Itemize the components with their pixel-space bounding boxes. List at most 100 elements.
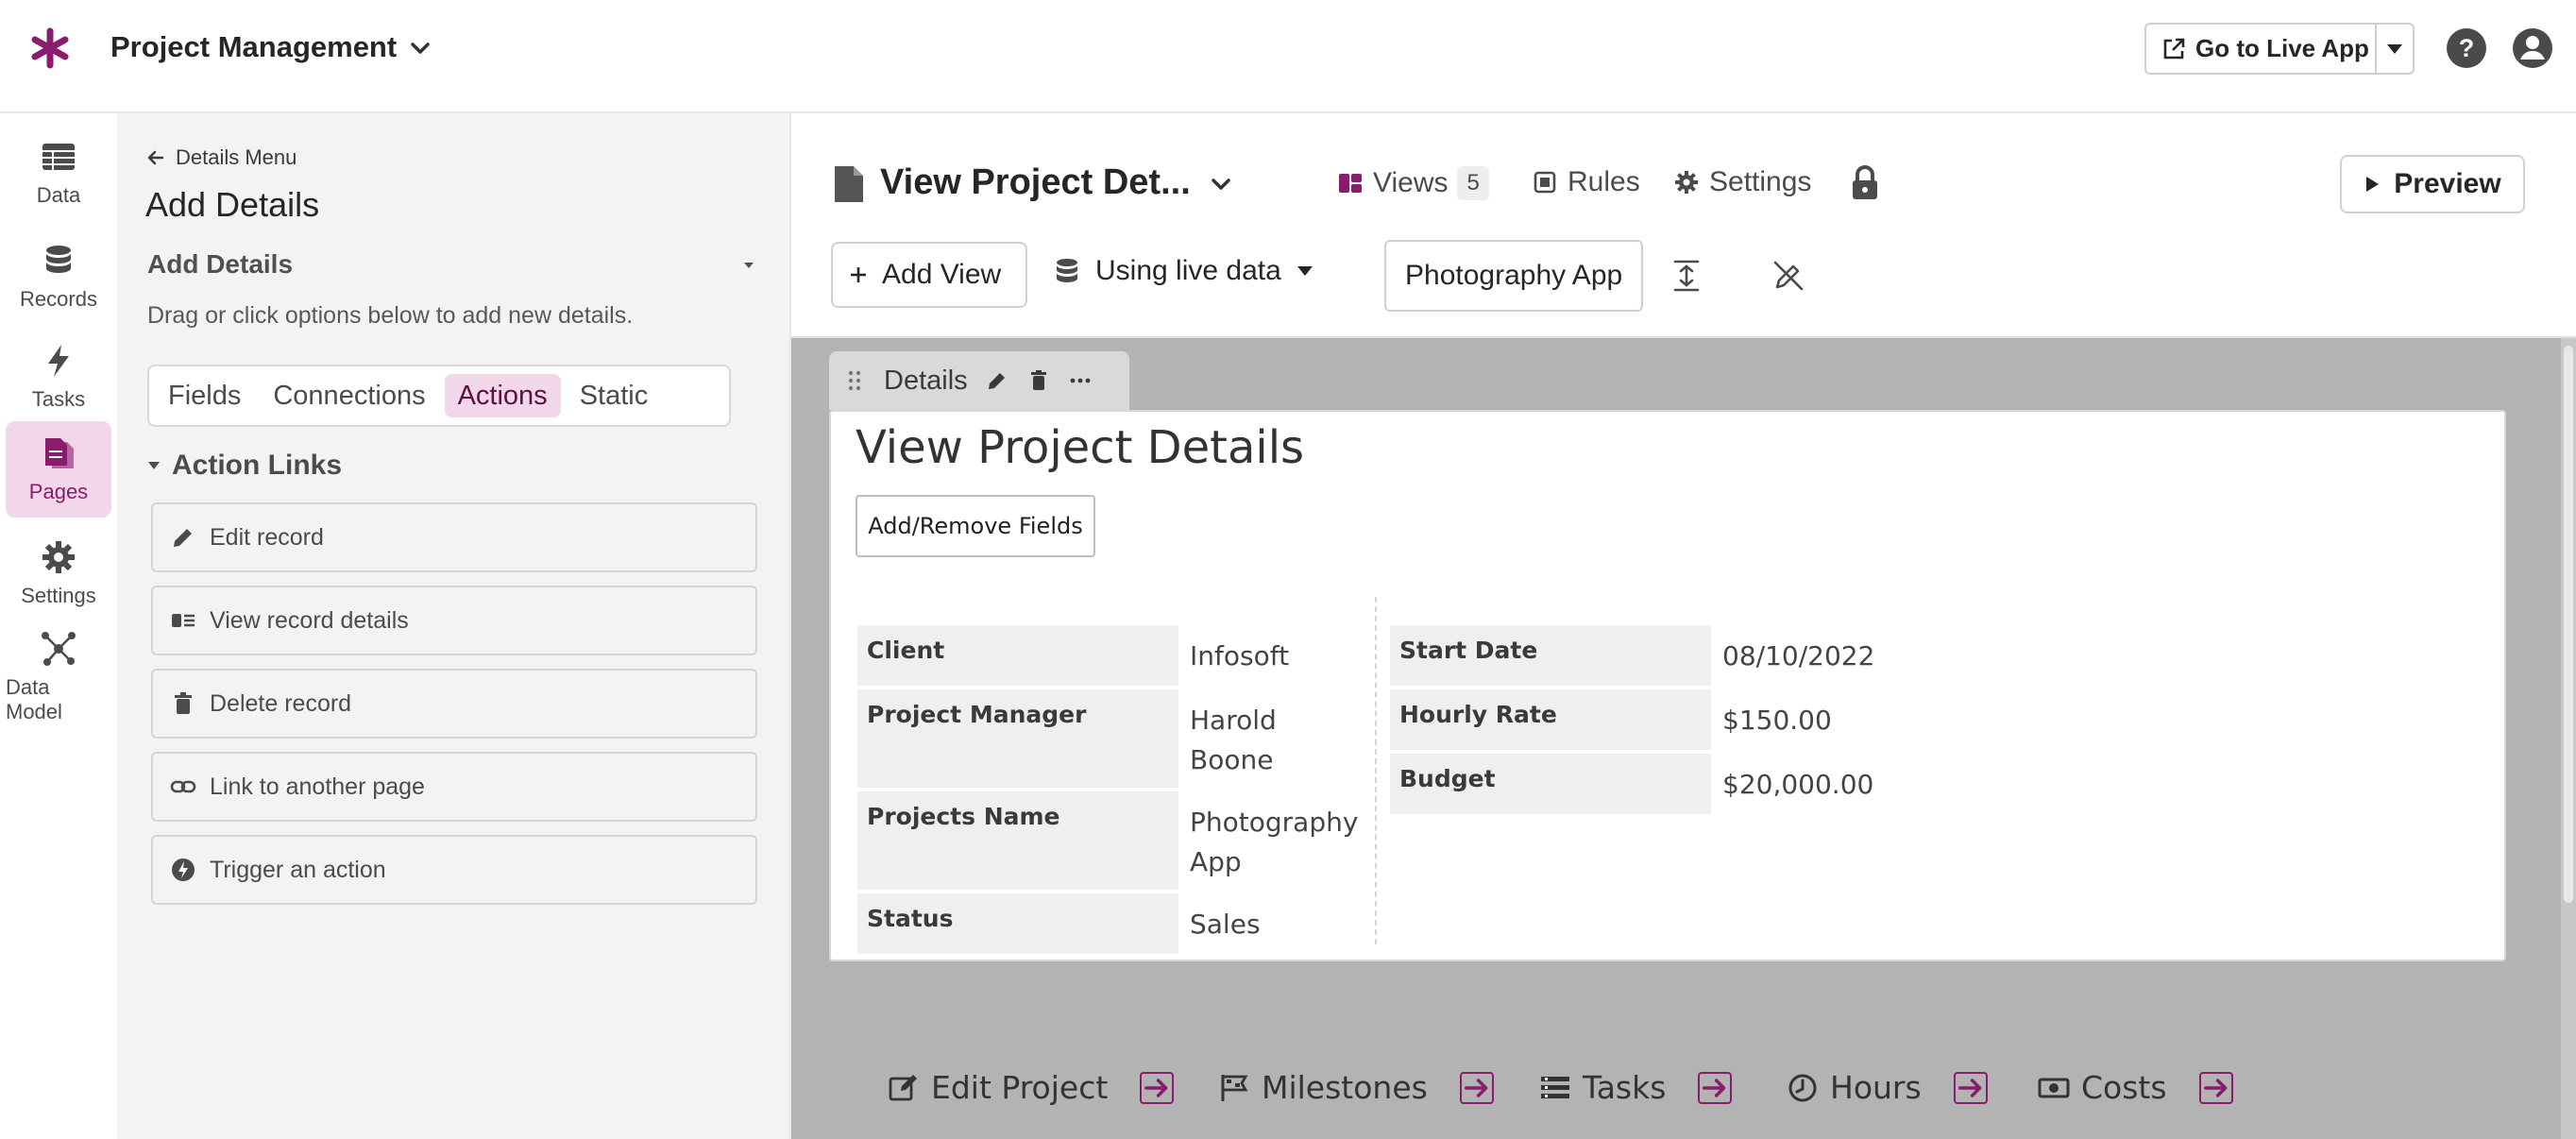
menu-link-label: Costs (2081, 1069, 2167, 1106)
field-row-hourly-rate[interactable]: Hourly Rate $150.00 (1390, 689, 1900, 750)
arrow-right-icon (1953, 1071, 1988, 1104)
field-label: Status (857, 893, 1178, 954)
action-view-record-details[interactable]: View record details (151, 586, 757, 655)
top-bar: Project Management Go to Live App ? (0, 0, 2576, 113)
pencil-icon (174, 529, 192, 547)
field-row-project-manager[interactable]: Project Manager Harold Boone (857, 689, 1367, 788)
app-logo-icon[interactable] (28, 26, 72, 70)
action-label: View record details (210, 606, 409, 634)
views-link[interactable]: Views 5 (1337, 166, 1489, 200)
drag-handle-icon[interactable] (842, 368, 867, 393)
pages-icon (45, 438, 74, 468)
record-selector[interactable]: Photography App (1384, 240, 1643, 312)
action-edit-record[interactable]: Edit record (151, 502, 757, 572)
rules-link[interactable]: Rules (1532, 166, 1640, 198)
go-to-live-app-button[interactable]: Go to Live App (2146, 25, 2377, 73)
more-options-icon[interactable] (1068, 368, 1093, 393)
list-icon (1541, 1076, 1569, 1098)
help-icon[interactable]: ? (2445, 26, 2488, 70)
data-mode-selector[interactable]: Using live data (1054, 255, 1313, 287)
chevron-down-icon[interactable] (1207, 170, 1235, 198)
caret-down-icon (744, 263, 754, 268)
add-details-section-toggle[interactable]: Add Details (147, 249, 761, 280)
rules-label: Rules (1568, 166, 1640, 197)
edit-square-icon (889, 1074, 917, 1100)
views-label: Views (1373, 167, 1449, 198)
nav-item-pages[interactable]: Pages (6, 421, 111, 518)
details-view-tab[interactable]: Details (829, 351, 1129, 410)
column-divider (1375, 597, 1377, 944)
go-to-live-app-label: Go to Live App (2195, 34, 2369, 62)
bolt-icon (48, 345, 69, 377)
app-title[interactable]: Project Management (110, 30, 397, 64)
external-link-icon (2163, 38, 2185, 59)
database-icon (1057, 259, 1077, 282)
preview-label: Preview (2394, 168, 2501, 199)
field-value: $20,000.00 (1722, 769, 1874, 800)
add-remove-fields-button[interactable]: Add/Remove Fields (856, 495, 1095, 557)
nav-item-data[interactable]: Data (6, 125, 111, 221)
table-icon (42, 144, 75, 170)
field-row-budget[interactable]: Budget $20,000.00 (1390, 754, 1900, 814)
tab-actions[interactable]: Actions (444, 374, 561, 417)
menu-link-milestones[interactable]: Milestones (1218, 1069, 1494, 1106)
action-links-group-toggle[interactable]: Action Links (147, 450, 342, 482)
gear-icon (1675, 171, 1698, 194)
nav-item-data-model[interactable]: Data Model (6, 629, 111, 725)
chevron-down-icon[interactable] (406, 34, 434, 62)
menu-link-hours[interactable]: Hours (1787, 1069, 1988, 1106)
details-tabs: Fields Connections Actions Static (147, 365, 731, 427)
tab-connections[interactable]: Connections (260, 374, 438, 417)
lock-icon[interactable] (1849, 164, 1881, 202)
hide-edit-tools-icon[interactable] (1771, 259, 1805, 293)
group-title: Action Links (172, 450, 343, 481)
menu-link-edit-project[interactable]: Edit Project (888, 1069, 1175, 1106)
field-label: Budget (1390, 754, 1711, 814)
plus-icon (851, 267, 866, 282)
nav-item-records[interactable]: Records (6, 229, 111, 325)
field-label: Hourly Rate (1390, 689, 1711, 750)
builder-panel: Details Menu Add Details Add Details Dra… (117, 113, 791, 1139)
caret-down-icon (148, 462, 160, 469)
field-row-start-date[interactable]: Start Date 08/10/2022 (1390, 625, 1900, 686)
menu-link-costs[interactable]: Costs (2038, 1069, 2233, 1106)
action-trigger-an-action[interactable]: Trigger an action (151, 835, 757, 905)
details-menu-back-link[interactable]: Details Menu (145, 145, 297, 170)
preview-button[interactable]: Preview (2340, 155, 2525, 213)
record-selector-value: Photography App (1405, 260, 1623, 291)
scrollbar-thumb[interactable] (2564, 346, 2573, 903)
field-label: Client (857, 625, 1178, 686)
pencil-icon[interactable] (985, 368, 1009, 393)
tab-static[interactable]: Static (567, 374, 662, 417)
menu-link-label: Edit Project (931, 1069, 1109, 1106)
menu-link-tasks[interactable]: Tasks (1539, 1069, 1733, 1106)
trash-icon (175, 692, 192, 714)
page-icon (835, 166, 863, 202)
details-view-card[interactable]: View Project Details Add/Remove Fields C… (829, 410, 2506, 961)
expand-height-icon[interactable] (1669, 259, 1703, 293)
action-delete-record[interactable]: Delete record (151, 669, 757, 739)
go-to-live-app-button-group: Go to Live App (2144, 23, 2415, 75)
add-view-button[interactable]: Add View (831, 242, 1027, 308)
trash-icon[interactable] (1026, 368, 1051, 393)
tab-fields[interactable]: Fields (155, 374, 254, 417)
field-value: Sales (1190, 909, 1261, 940)
gear-icon (42, 541, 75, 573)
user-account-icon[interactable] (2511, 26, 2554, 70)
live-app-dropdown-button[interactable] (2377, 25, 2413, 73)
settings-link[interactable]: Settings (1673, 166, 1811, 198)
nav-item-tasks[interactable]: Tasks (6, 329, 111, 425)
action-link-to-another-page[interactable]: Link to another page (151, 752, 757, 822)
page-name[interactable]: View Project Det... (880, 162, 1191, 203)
nav-item-settings[interactable]: Settings (6, 525, 111, 621)
field-value: Infosoft (1190, 640, 1290, 672)
arrow-left-icon (147, 150, 164, 165)
svg-text:?: ? (2459, 34, 2475, 62)
field-row-status[interactable]: Status Sales (857, 893, 1367, 954)
field-label: Start Date (1390, 625, 1711, 686)
field-row-projects-name[interactable]: Projects Name Photography App (857, 791, 1367, 890)
details-title: View Project Details (856, 421, 1305, 474)
canvas-scrollbar[interactable] (2561, 338, 2576, 1139)
clock-icon (1788, 1074, 1817, 1101)
field-row-client[interactable]: Client Infosoft (857, 625, 1367, 686)
